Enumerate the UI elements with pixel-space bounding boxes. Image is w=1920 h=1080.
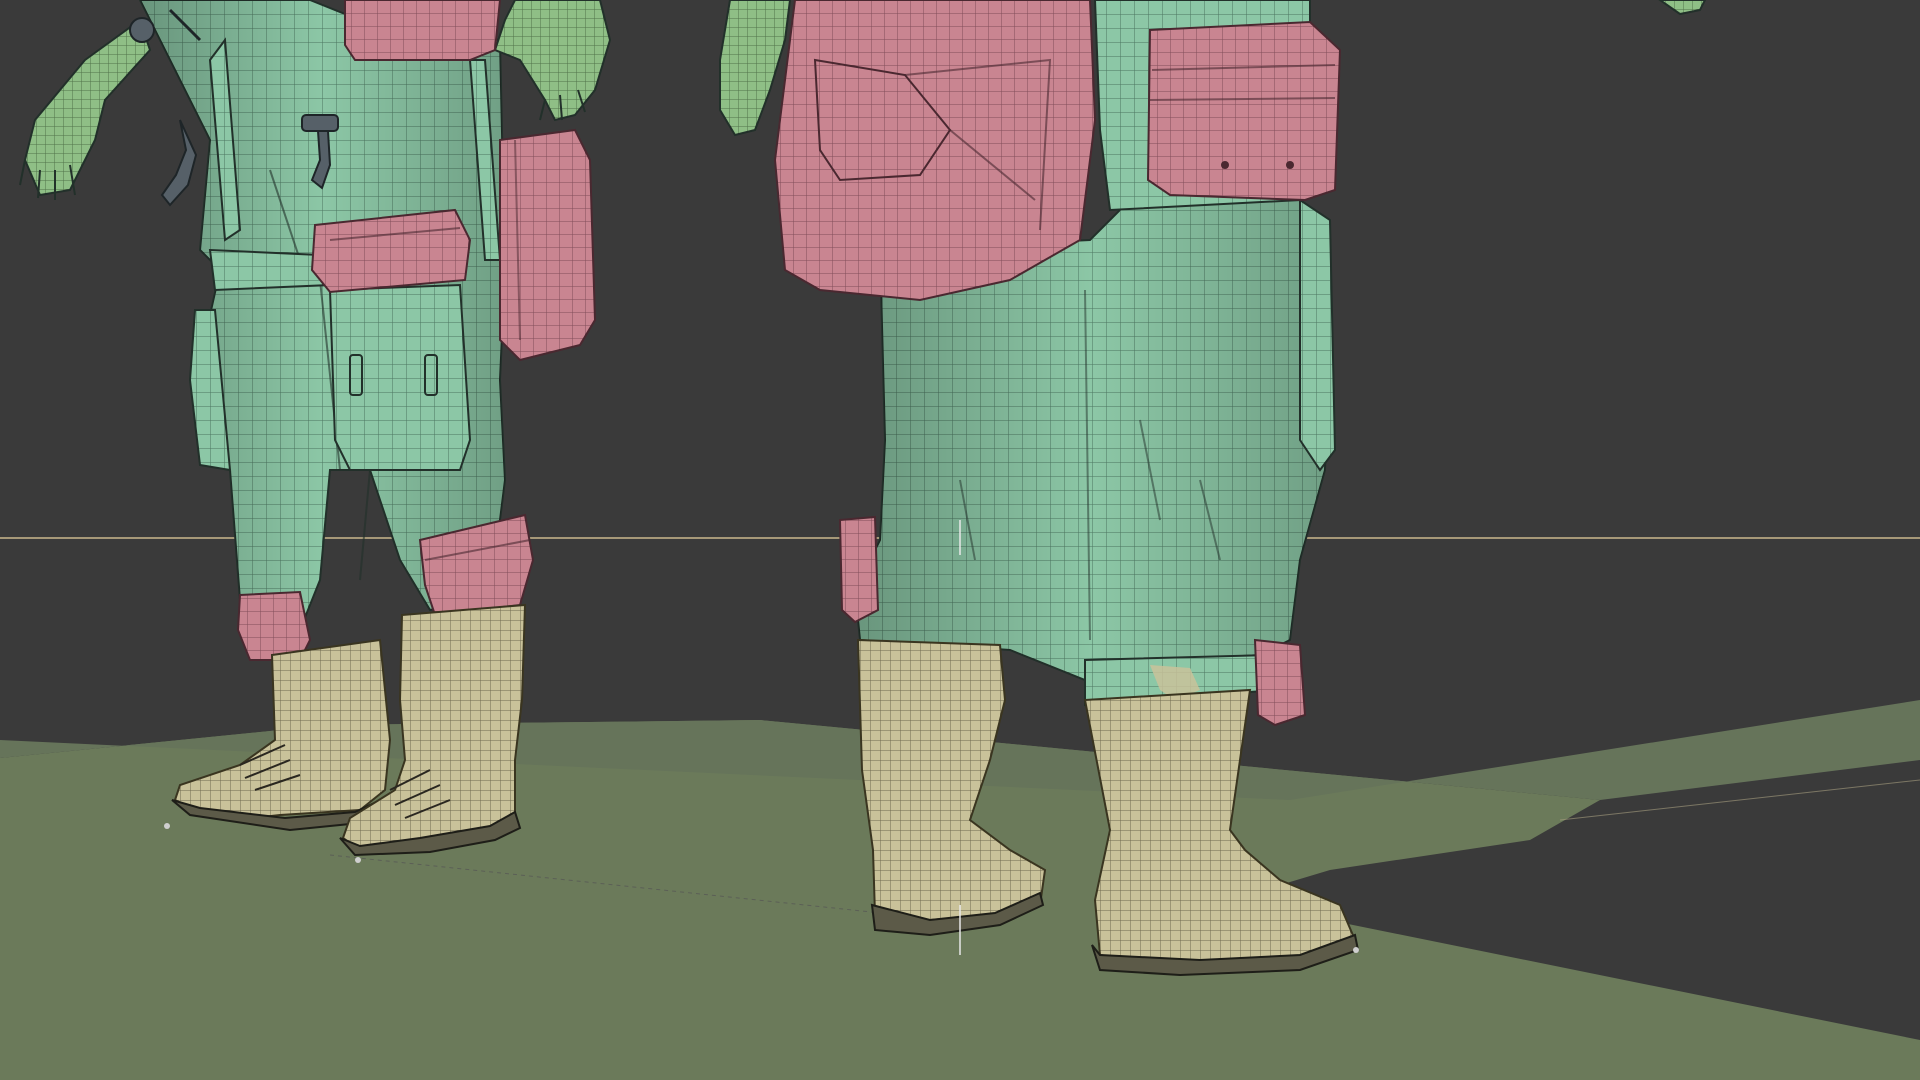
front-belt-pouch-left[interactable] xyxy=(344,0,502,61)
3d-viewport[interactable] xyxy=(0,0,1920,1080)
front-thigh-pouch[interactable] xyxy=(310,208,472,294)
front-knee-pouch-left[interactable] xyxy=(236,590,312,661)
back-pack[interactable] xyxy=(773,0,1097,302)
front-hip-pouch-right[interactable] xyxy=(499,128,597,362)
back-ankle-pouch-left[interactable] xyxy=(838,515,880,624)
back-hip-pouch[interactable] xyxy=(1146,20,1342,202)
viewport-scene[interactable] xyxy=(0,0,1920,1080)
